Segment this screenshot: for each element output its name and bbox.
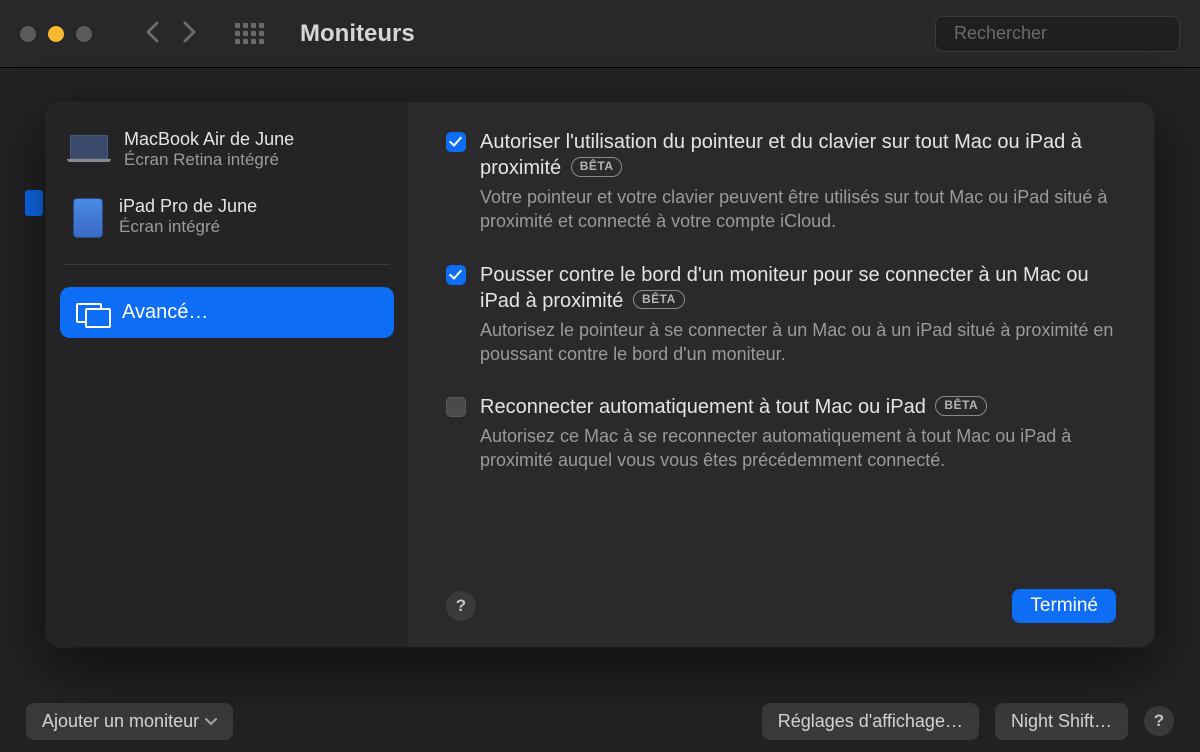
chevron-down-icon: [205, 714, 217, 729]
forward-button[interactable]: [183, 21, 197, 47]
beta-badge: BÊTA: [571, 157, 623, 177]
setting-description: Autorisez ce Mac à se reconnecter automa…: [480, 424, 1116, 473]
modal-sidebar: MacBook Air de June Écran Retina intégré…: [46, 103, 408, 647]
window-controls: [20, 26, 92, 42]
setting-universal-control: Autoriser l'utilisation du pointeur et d…: [446, 129, 1116, 234]
laptop-icon: [70, 135, 108, 159]
beta-badge: BÊTA: [633, 290, 685, 310]
device-text: MacBook Air de June Écran Retina intégré: [124, 129, 294, 170]
settings-pane: Autoriser l'utilisation du pointeur et d…: [408, 103, 1154, 647]
setting-description: Votre pointeur et votre clavier peuvent …: [480, 185, 1116, 234]
checkbox-push-edge[interactable]: [446, 265, 466, 285]
toolbar: Moniteurs: [0, 0, 1200, 68]
advanced-row[interactable]: Avancé…: [60, 287, 394, 338]
checkbox-auto-reconnect[interactable]: [446, 397, 466, 417]
setting-title: Autoriser l'utilisation du pointeur et d…: [480, 129, 1116, 181]
modal-footer: ? Terminé: [446, 589, 1116, 623]
window-title: Moniteurs: [300, 20, 415, 48]
advanced-settings-modal: MacBook Air de June Écran Retina intégré…: [46, 103, 1154, 647]
advanced-label: Avancé…: [122, 301, 208, 324]
search-field[interactable]: [935, 16, 1180, 52]
back-button[interactable]: [145, 21, 159, 47]
setting-title: Pousser contre le bord d'un moniteur pou…: [480, 262, 1116, 314]
beta-badge: BÊTA: [935, 396, 987, 416]
help-button[interactable]: ?: [1144, 706, 1174, 736]
add-monitor-label: Ajouter un moniteur: [42, 711, 199, 732]
setting-title: Reconnecter automatiquement à tout Mac o…: [480, 394, 1116, 420]
sidebar-selection-indicator: [25, 190, 43, 216]
close-window-button[interactable]: [20, 26, 36, 42]
footer-bar: Ajouter un moniteur Réglages d'affichage…: [0, 690, 1200, 752]
displays-icon: [76, 303, 108, 323]
setting-auto-reconnect: Reconnecter automatiquement à tout Mac o…: [446, 394, 1116, 473]
all-preferences-button[interactable]: [235, 23, 264, 44]
device-row-macbook[interactable]: MacBook Air de June Écran Retina intégré: [60, 121, 394, 178]
modal-help-button[interactable]: ?: [446, 591, 476, 621]
nav-controls: [145, 21, 197, 47]
device-row-ipad[interactable]: iPad Pro de June Écran intégré: [60, 188, 394, 246]
device-name: MacBook Air de June: [124, 129, 294, 150]
sidebar-divider: [64, 264, 390, 265]
device-text: iPad Pro de June Écran intégré: [119, 196, 257, 237]
device-subtitle: Écran Retina intégré: [124, 150, 294, 170]
tablet-icon: [73, 198, 103, 238]
add-monitor-button[interactable]: Ajouter un moniteur: [26, 703, 233, 740]
checkbox-allow-pointer[interactable]: [446, 132, 466, 152]
device-subtitle: Écran intégré: [119, 217, 257, 237]
setting-push-edge: Pousser contre le bord d'un moniteur pou…: [446, 262, 1116, 367]
zoom-window-button[interactable]: [76, 26, 92, 42]
night-shift-button[interactable]: Night Shift…: [995, 703, 1128, 740]
minimize-window-button[interactable]: [48, 26, 64, 42]
search-input[interactable]: [954, 23, 1186, 44]
device-name: iPad Pro de June: [119, 196, 257, 217]
setting-description: Autorisez le pointeur à se connecter à u…: [480, 318, 1116, 367]
done-button[interactable]: Terminé: [1012, 589, 1116, 623]
display-settings-button[interactable]: Réglages d'affichage…: [762, 703, 979, 740]
